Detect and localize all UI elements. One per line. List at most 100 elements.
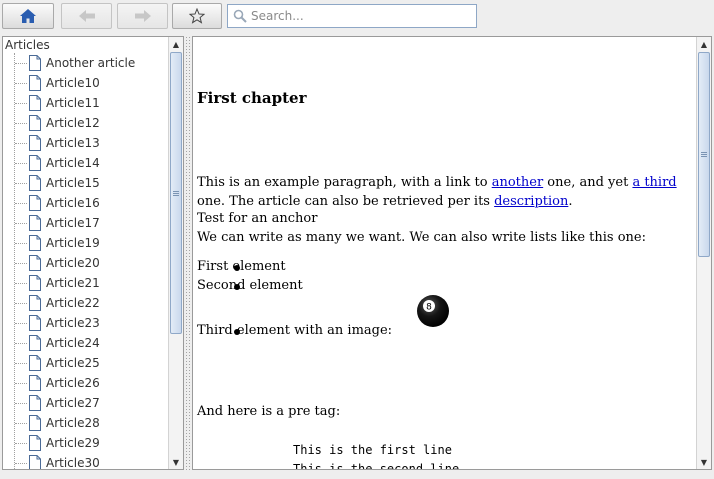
tree-item-label: Article19: [46, 236, 100, 250]
back-button[interactable]: [61, 3, 112, 29]
tree-item[interactable]: Article29: [15, 433, 100, 453]
search-icon: [233, 9, 247, 23]
tree-item[interactable]: Article13: [15, 133, 100, 153]
tree-connector: [15, 382, 27, 384]
document-icon: [29, 435, 41, 451]
tree-connector: [15, 362, 27, 364]
tree-item-label: Another article: [46, 56, 136, 70]
document-icon: [29, 175, 41, 191]
tree-connector: [15, 102, 27, 104]
document-icon: [29, 215, 41, 231]
link-description[interactable]: description: [494, 194, 568, 209]
tree-item[interactable]: Article22: [15, 293, 100, 313]
tree-item-label: Article25: [46, 356, 100, 370]
home-button[interactable]: [2, 3, 54, 29]
split-divider[interactable]: [185, 36, 191, 470]
tree-connector: [15, 402, 27, 404]
eight-ball-icon: 8: [417, 295, 449, 327]
tree-item-label: Article28: [46, 416, 100, 430]
document-icon: [29, 335, 41, 351]
star-icon: [189, 8, 205, 24]
tree-item[interactable]: Article26: [15, 373, 100, 393]
tree-item[interactable]: Article24: [15, 333, 100, 353]
tree-item[interactable]: Article15: [15, 173, 100, 193]
content-scroll-thumb[interactable]: [698, 52, 710, 257]
tree-connector: [15, 202, 27, 204]
tree-item-label: Article12: [46, 116, 100, 130]
tree-connector: [15, 242, 27, 244]
tree-item[interactable]: Article23: [15, 313, 100, 333]
list-item: First element: [197, 259, 286, 274]
tree-item-label: Article20: [46, 256, 100, 270]
scroll-up-arrow-icon[interactable]: ▲: [169, 37, 183, 51]
tree-item[interactable]: Article20: [15, 253, 100, 273]
lists-intro: We can write as many we want. We can als…: [197, 230, 647, 245]
chapter-heading: First chapter: [197, 89, 307, 107]
content-scrollbar[interactable]: ▲ ▼: [696, 37, 711, 469]
toolbar: [0, 0, 714, 34]
tree-scroll-thumb[interactable]: [170, 52, 182, 334]
tree-item[interactable]: Article28: [15, 413, 100, 433]
tree-item[interactable]: Article25: [15, 353, 100, 373]
tree-root-articles[interactable]: Articles: [5, 38, 50, 52]
document-icon: [29, 55, 41, 71]
tree-item[interactable]: Article17: [15, 213, 100, 233]
tree-scrollbar[interactable]: ▲ ▼: [168, 37, 183, 469]
document-icon: [29, 195, 41, 211]
tree-item[interactable]: Article16: [15, 193, 100, 213]
tree-item[interactable]: Another article: [15, 53, 135, 73]
bookmark-button[interactable]: [172, 3, 222, 29]
document-icon: [29, 375, 41, 391]
tree-connector: [15, 82, 27, 84]
document-icon: [29, 455, 41, 469]
tree-item[interactable]: Article11: [15, 93, 100, 113]
list-item: Second element: [197, 278, 303, 293]
home-icon: [20, 9, 36, 23]
document-icon: [29, 115, 41, 131]
tree-item[interactable]: Article14: [15, 153, 100, 173]
pre-line: This is the first line: [293, 443, 452, 457]
tree-connector: [15, 302, 27, 304]
link-another[interactable]: another: [492, 175, 543, 190]
document-icon: [29, 275, 41, 291]
document-icon: [29, 295, 41, 311]
tree-item-label: Article30: [46, 456, 100, 470]
document-icon: [29, 235, 41, 251]
pre-line: This is the second line: [293, 462, 460, 470]
document-icon: [29, 155, 41, 171]
tree-item-label: Article10: [46, 76, 100, 90]
document-icon: [29, 395, 41, 411]
tree-connector: [15, 162, 27, 164]
forward-button[interactable]: [117, 3, 168, 29]
tree-connector: [15, 262, 27, 264]
tree-connector: [15, 462, 27, 464]
article-tree: Articles Another article Article10 Article…: [2, 36, 184, 470]
scroll-down-arrow-icon[interactable]: ▼: [169, 455, 183, 469]
tree-item[interactable]: Article19: [15, 233, 100, 253]
document-icon: [29, 135, 41, 151]
scroll-down-arrow-icon[interactable]: ▼: [697, 455, 711, 469]
tree-connector: [15, 422, 27, 424]
tree-item[interactable]: Article30: [15, 453, 100, 470]
tree-connector: [15, 122, 27, 124]
document-icon: [29, 415, 41, 431]
tree-item-label: Article13: [46, 136, 100, 150]
scroll-up-arrow-icon[interactable]: ▲: [697, 37, 711, 51]
tree-item[interactable]: Article12: [15, 113, 100, 133]
tree-item[interactable]: Article27: [15, 393, 100, 413]
list-item: Third element with an image:: [197, 323, 393, 338]
search-input[interactable]: [251, 9, 466, 23]
link-a-third[interactable]: a third: [632, 175, 676, 190]
tree-item-label: Article21: [46, 276, 100, 290]
tree-item-label: Article17: [46, 216, 100, 230]
search-box[interactable]: [227, 4, 477, 28]
paragraph-text: one. The article can also be retrieved p…: [197, 194, 495, 209]
tree-item-label: Article22: [46, 296, 100, 310]
tree-item[interactable]: Article10: [15, 73, 100, 93]
tree-item[interactable]: Article21: [15, 273, 100, 293]
tree-connector: [15, 142, 27, 144]
tree-connector: [15, 282, 27, 284]
tree-connector: [15, 62, 27, 64]
tree-connector: [15, 322, 27, 324]
tree-item-label: Article29: [46, 436, 100, 450]
